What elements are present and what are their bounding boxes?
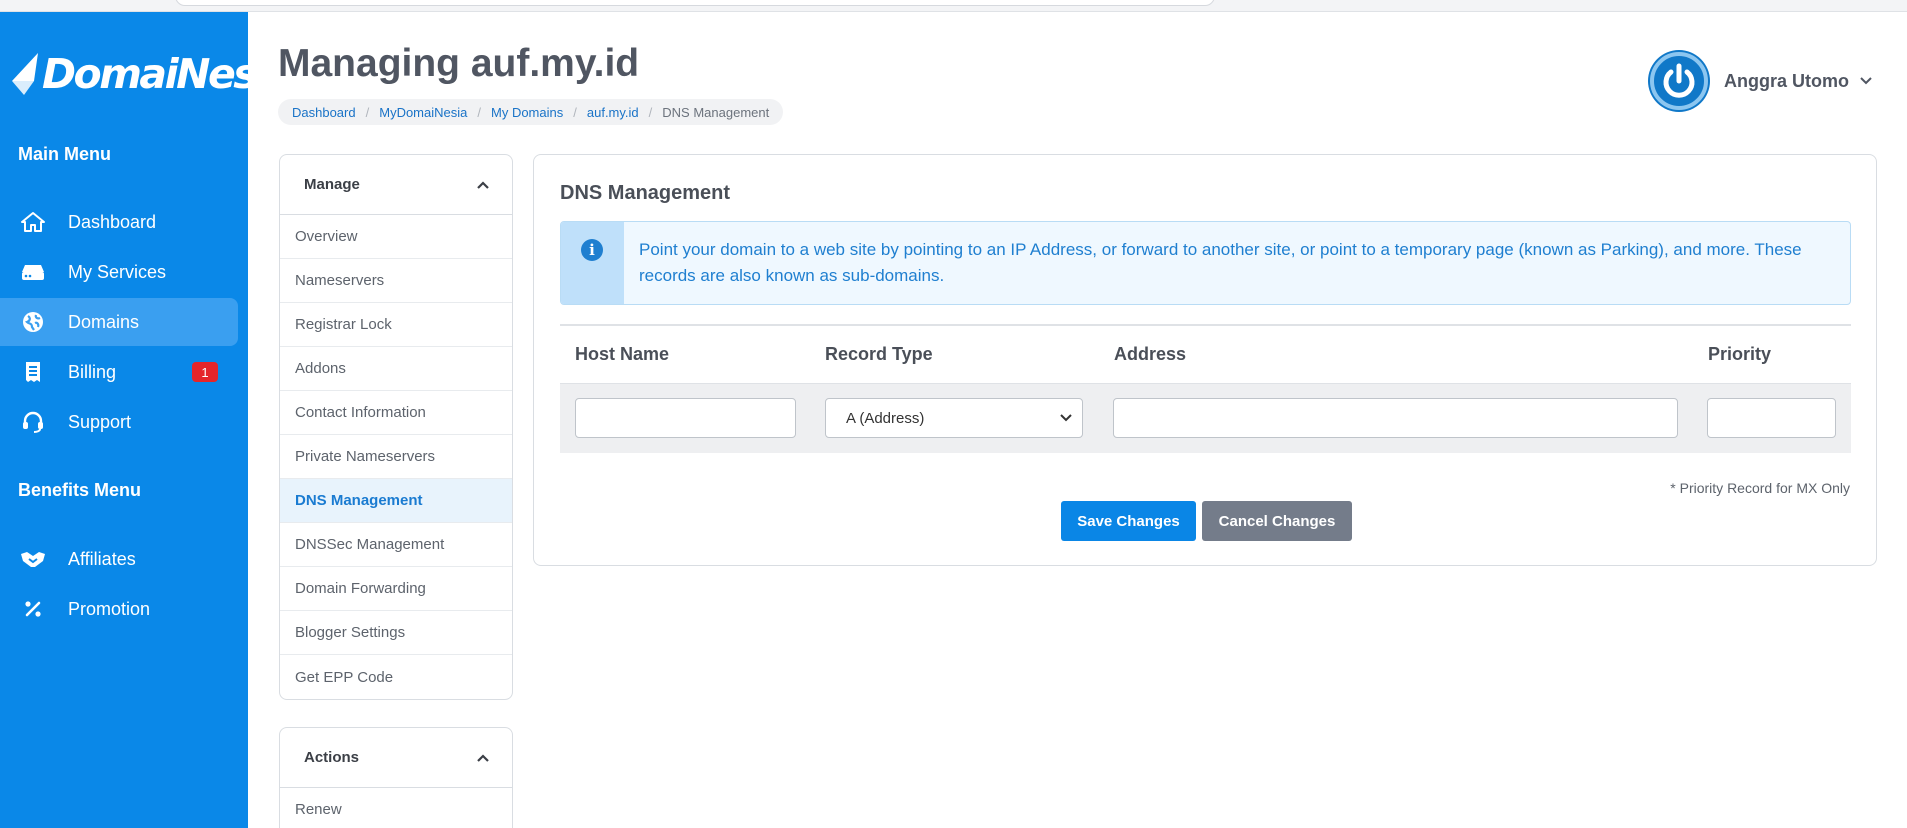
sidebar-item-support[interactable]: Support	[0, 398, 238, 446]
manage-item-registrar-lock[interactable]: Registrar Lock	[280, 303, 512, 347]
breadcrumb-dashboard[interactable]: Dashboard	[292, 105, 356, 120]
user-name[interactable]: Anggra Utomo	[1724, 71, 1849, 92]
actions-panel: Actions Renew	[279, 727, 513, 828]
home-icon	[20, 209, 46, 235]
sidebar-item-promotion[interactable]: Promotion	[0, 585, 238, 633]
breadcrumb-mydomainesia[interactable]: MyDomaiNesia	[379, 105, 467, 120]
record-type-value: A (Address)	[846, 409, 925, 427]
manage-item-dnssec-management[interactable]: DNSSec Management	[280, 523, 512, 567]
globe-icon	[20, 309, 46, 335]
power-icon	[1650, 52, 1708, 110]
cancel-changes-button[interactable]: Cancel Changes	[1202, 501, 1352, 541]
percent-icon	[20, 596, 46, 622]
host-name-input[interactable]	[575, 398, 796, 438]
breadcrumb-separator: /	[477, 104, 481, 120]
browser-top-strip	[0, 0, 1907, 12]
manage-item-overview[interactable]: Overview	[280, 215, 512, 259]
manage-item-contact-information[interactable]: Contact Information	[280, 391, 512, 435]
sidebar-item-label: Promotion	[68, 598, 151, 619]
browser-address-bar[interactable]	[175, 0, 1215, 6]
manage-panel-title: Manage	[304, 176, 360, 193]
logo-arrow-icon	[10, 51, 40, 97]
manage-item-addons[interactable]: Addons	[280, 347, 512, 391]
sidebar-item-label: My Services	[68, 261, 167, 282]
sidebar-item-label: Dashboard	[68, 211, 157, 232]
billing-count-badge: 1	[192, 362, 218, 382]
sidebar-item-dashboard[interactable]: Dashboard	[0, 198, 238, 246]
chevron-up-icon[interactable]	[476, 753, 490, 763]
manage-item-nameservers[interactable]: Nameservers	[280, 259, 512, 303]
chevron-down-icon[interactable]	[1859, 74, 1873, 88]
chevron-up-icon[interactable]	[476, 180, 490, 190]
benefits-menu-heading: Benefits Menu	[18, 480, 142, 500]
action-item-renew[interactable]: Renew	[280, 788, 512, 828]
column-host-name: Host Name	[575, 344, 670, 364]
info-alert-side: i	[561, 222, 624, 304]
breadcrumb-my-domains[interactable]: My Domains	[491, 105, 563, 120]
manage-panel: Manage Overview Nameservers Registrar Lo…	[279, 154, 513, 700]
actions-panel-title: Actions	[304, 749, 360, 766]
manage-panel-header[interactable]: Manage	[280, 155, 512, 215]
manage-item-dns-management[interactable]: DNS Management	[280, 479, 512, 523]
column-address: Address	[1114, 344, 1187, 364]
save-changes-button[interactable]: Save Changes	[1061, 501, 1196, 541]
record-type-select[interactable]: A (Address)	[825, 398, 1083, 438]
sidebar-item-my-services[interactable]: My Services	[0, 248, 238, 296]
avatar[interactable]	[1648, 50, 1710, 112]
priority-note: * Priority Record for MX Only	[1670, 480, 1850, 496]
breadcrumb-domain[interactable]: auf.my.id	[587, 105, 639, 120]
chevron-down-icon	[1060, 414, 1072, 422]
breadcrumb-separator: /	[365, 104, 370, 120]
main-menu-heading: Main Menu	[18, 144, 111, 164]
brand-name: DomaiNesia	[42, 50, 294, 98]
actions-panel-header[interactable]: Actions	[280, 728, 512, 788]
table-divider	[560, 324, 1851, 326]
manage-item-private-nameservers[interactable]: Private Nameservers	[280, 435, 512, 479]
handshake-icon	[20, 546, 46, 572]
manage-item-get-epp-code[interactable]: Get EPP Code	[280, 655, 512, 699]
manage-item-blogger-settings[interactable]: Blogger Settings	[280, 611, 512, 655]
info-alert: i Point your domain to a web site by poi…	[560, 221, 1851, 305]
manage-item-domain-forwarding[interactable]: Domain Forwarding	[280, 567, 512, 611]
info-alert-text: Point your domain to a web site by point…	[639, 240, 1802, 285]
column-record-type: Record Type	[825, 344, 933, 364]
info-icon: i	[581, 239, 603, 261]
user-menu[interactable]: Anggra Utomo	[1648, 50, 1873, 112]
headset-icon	[20, 409, 46, 435]
dns-card-title: DNS Management	[560, 182, 731, 204]
brand-logo[interactable]: DomaiNesia	[10, 44, 294, 104]
address-input[interactable]	[1113, 398, 1678, 438]
breadcrumb-current: DNS Management	[662, 104, 770, 120]
dns-management-card: DNS Management i Point your domain to a …	[533, 154, 1877, 566]
receipt-icon	[20, 359, 46, 385]
breadcrumb-separator: /	[573, 104, 577, 120]
sidebar-item-affiliates[interactable]: Affiliates	[0, 535, 238, 583]
sidebar-item-label: Support	[68, 411, 132, 432]
priority-input[interactable]	[1707, 398, 1836, 438]
sidebar: DomaiNesia Main Menu Dashboard My Servic…	[0, 12, 294, 828]
table-row: A (Address)	[560, 383, 1851, 453]
sidebar-item-label: Affiliates	[68, 548, 136, 569]
page-title: Managing auf.my.id	[278, 42, 640, 85]
column-priority: Priority	[1708, 344, 1772, 364]
sidebar-item-label: Billing	[68, 361, 117, 382]
sidebar-item-billing[interactable]: Billing 1	[0, 348, 238, 396]
sidebar-item-label: Domains	[68, 311, 140, 332]
breadcrumb: Dashboard / MyDomaiNesia / My Domains / …	[278, 99, 784, 125]
server-icon	[20, 259, 46, 285]
sidebar-item-domains[interactable]: Domains	[0, 298, 238, 346]
breadcrumb-separator: /	[648, 104, 653, 120]
